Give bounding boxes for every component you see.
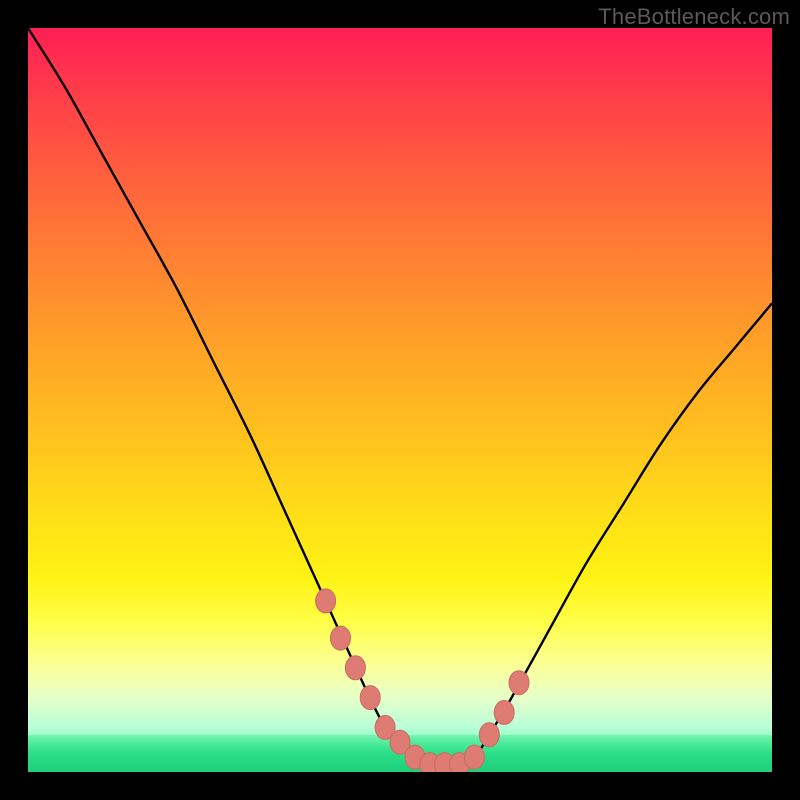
marker-point <box>345 656 365 680</box>
marker-point <box>360 686 380 710</box>
marker-point <box>316 589 336 613</box>
marker-point <box>331 626 351 650</box>
highlighted-points <box>316 589 529 772</box>
chart-frame: TheBottleneck.com <box>0 0 800 800</box>
curve-path <box>28 28 772 766</box>
curve-layer <box>28 28 772 772</box>
bottleneck-curve <box>28 28 772 766</box>
plot-area <box>28 28 772 772</box>
marker-point <box>479 723 499 747</box>
marker-point <box>509 671 529 695</box>
marker-point <box>464 745 484 769</box>
watermark-text: TheBottleneck.com <box>598 4 790 30</box>
marker-point <box>494 701 514 725</box>
